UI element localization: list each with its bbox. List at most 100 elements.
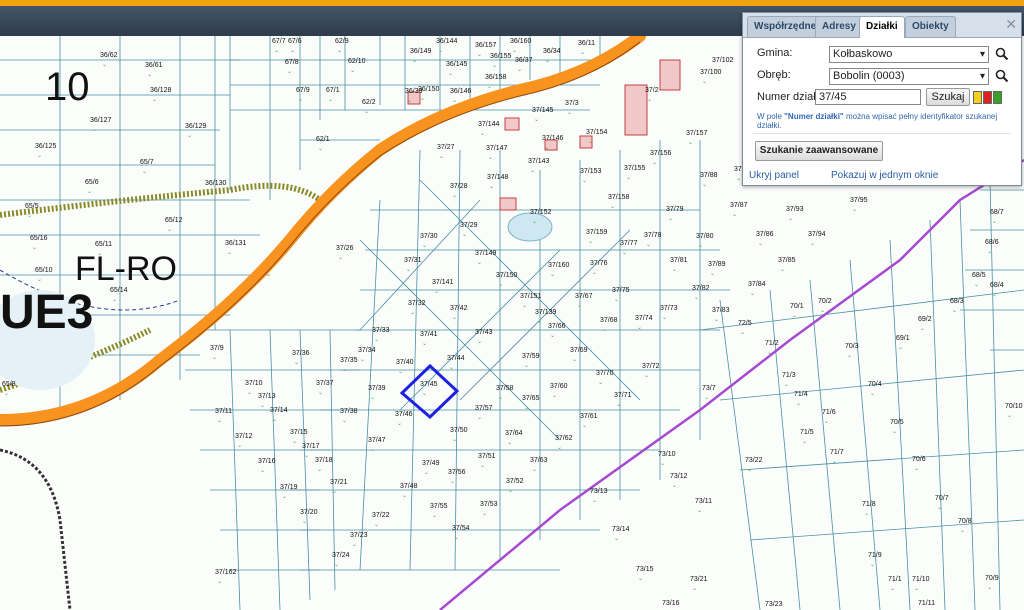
- parcel-label: 62/2: [362, 99, 376, 106]
- parcel-label: 37/41: [420, 331, 438, 338]
- gmina-select-value: Kołbaskowo: [833, 48, 893, 60]
- parcel-label: 37/26: [336, 245, 354, 252]
- parcel-mark-icon: ⌄: [702, 79, 707, 85]
- parcel-label: 37/55: [430, 503, 448, 510]
- tab-obiekty[interactable]: Obiekty: [905, 16, 956, 37]
- parcel-label: 37/45: [420, 381, 438, 388]
- parcel-mark-icon: ⌄: [374, 337, 379, 343]
- parcel-label: 65/8: [2, 381, 16, 388]
- parcel-label: 37/14: [270, 407, 288, 414]
- parcel-mark-icon: ⌄: [512, 48, 517, 54]
- parcel-label: 68/7: [990, 209, 1004, 216]
- parcel-mark-icon: ⌄: [432, 513, 437, 519]
- parcel-mark-icon: ⌄: [398, 369, 403, 375]
- tab-adresy[interactable]: Adresy: [815, 16, 863, 37]
- parcel-label: 37/33: [372, 327, 390, 334]
- parcel-label: 37/28: [450, 183, 468, 190]
- parcel-mark-icon: ⌄: [820, 308, 825, 314]
- parcel-mark-icon: ⌄: [767, 350, 772, 356]
- parcel-mark-icon: ⌄: [616, 402, 621, 408]
- tab-wspolrzedne[interactable]: Współrzędne: [747, 16, 824, 37]
- parcel-mark-icon: ⌄: [448, 71, 453, 77]
- parcel-mark-icon: ⌄: [237, 443, 242, 449]
- parcel-label: 37/64: [505, 430, 523, 437]
- tab-dzialki[interactable]: Działki: [859, 16, 905, 38]
- parcel-mark-icon: ⌄: [350, 68, 355, 74]
- parcel-label: 70/1: [790, 303, 804, 310]
- parcel-mark-icon: ⌄: [318, 146, 323, 152]
- parcel-mark-icon: ⌄: [302, 519, 307, 525]
- parcel-label: 37/34: [358, 347, 376, 354]
- hide-panel-link[interactable]: Ukryj panel: [749, 170, 799, 181]
- parcel-mark-icon: ⌄: [646, 242, 651, 248]
- search-button[interactable]: Szukaj: [926, 88, 970, 106]
- parcel-mark-icon: ⌄: [796, 401, 801, 407]
- parcel-label: 37/150: [496, 272, 518, 279]
- parcel-label: 37/47: [368, 437, 386, 444]
- hint-bold: "Numer działki": [784, 112, 844, 121]
- parcel-label: 37/17: [302, 443, 320, 450]
- parcel-label: 37/13: [258, 393, 276, 400]
- search-icon[interactable]: [995, 47, 1009, 61]
- parcel-mark-icon: ⌄: [32, 245, 37, 251]
- parcel-mark-icon: ⌄: [454, 535, 459, 541]
- parcel-mark-icon: ⌄: [792, 313, 797, 319]
- parcel-label: 37/149: [475, 250, 497, 257]
- parcel-label: 36/125: [35, 143, 57, 150]
- parcel-mark-icon: ⌄: [524, 363, 529, 369]
- parcel-mark-icon: ⌄: [588, 139, 593, 145]
- obreb-select[interactable]: Bobolin (0003) ▾: [829, 68, 989, 85]
- parcel-label: 37/89: [708, 261, 726, 268]
- parcel-mark-icon: ⌄: [524, 405, 529, 411]
- parcel-label: 67/6: [288, 38, 302, 45]
- parcel-mark-icon: ⌄: [274, 48, 279, 54]
- parcel-mark-icon: ⌄: [647, 97, 652, 103]
- parcel-label: 37/80: [696, 233, 714, 240]
- parcel-label: 37/39: [368, 385, 386, 392]
- parcel-label: 37/156: [650, 150, 672, 157]
- parcel-label: 37/152: [530, 209, 552, 216]
- parcel-label: 37/162: [215, 569, 237, 576]
- parcel-mark-icon: ⌄: [847, 353, 852, 359]
- parcel-label: 73/13: [590, 488, 608, 495]
- parcel-label: 37/65: [522, 395, 540, 402]
- parcel-mark-icon: ⌄: [438, 48, 443, 54]
- parcel-label: 37/88: [700, 172, 718, 179]
- color-swatch-yellow[interactable]: [973, 91, 982, 104]
- parcel-label: 37/151: [520, 293, 542, 300]
- parcel-label: 71/3: [782, 372, 796, 379]
- parcel-mark-icon: ⌄: [102, 62, 107, 68]
- parcel-mark-icon: ⌄: [740, 330, 745, 336]
- parcel-mark-icon: ⌄: [37, 153, 42, 159]
- advanced-search-button[interactable]: Szukanie zaawansowane: [755, 141, 883, 161]
- parcel-label: 65/10: [35, 267, 53, 274]
- parcel-mark-icon: ⌄: [370, 447, 375, 453]
- parcel-label: 37/85: [778, 257, 796, 264]
- parcel-mark-icon: ⌄: [360, 357, 365, 363]
- parcel-label: 68/5: [972, 272, 986, 279]
- numer-dzialki-input[interactable]: 37/45: [815, 89, 921, 105]
- gmina-select[interactable]: Kołbaskowo ▾: [829, 46, 989, 63]
- parcel-label: 67/1: [326, 87, 340, 94]
- single-window-link[interactable]: Pokazuj w jednym oknie: [831, 170, 938, 181]
- parcel-label: 37/30: [420, 233, 438, 240]
- color-swatch-red[interactable]: [983, 91, 992, 104]
- parcel-label: 37/23: [350, 532, 368, 539]
- parcel-mark-icon: ⌄: [937, 505, 942, 511]
- parcel-label: 73/15: [636, 566, 654, 573]
- parcel-label: 73/16: [662, 600, 680, 607]
- close-icon[interactable]: ✕: [1005, 16, 1017, 33]
- parcel-mark-icon: ⌄: [290, 48, 295, 54]
- parcel-label: 37/24: [332, 552, 350, 559]
- parcel-mark-icon: ⌄: [688, 140, 693, 146]
- color-swatch-green[interactable]: [993, 91, 1002, 104]
- parcel-label: 37/40: [396, 359, 414, 366]
- parcel-label: 37/77: [620, 240, 638, 247]
- parcel-mark-icon: ⌄: [112, 297, 117, 303]
- parcel-label: 37/57: [475, 405, 493, 412]
- search-icon[interactable]: [995, 69, 1009, 83]
- parcel-mark-icon: ⌄: [1007, 413, 1012, 419]
- parcel-label: 37/79: [666, 206, 684, 213]
- parcel-label: 37/56: [448, 469, 466, 476]
- selected-parcel-outline[interactable]: [399, 363, 460, 420]
